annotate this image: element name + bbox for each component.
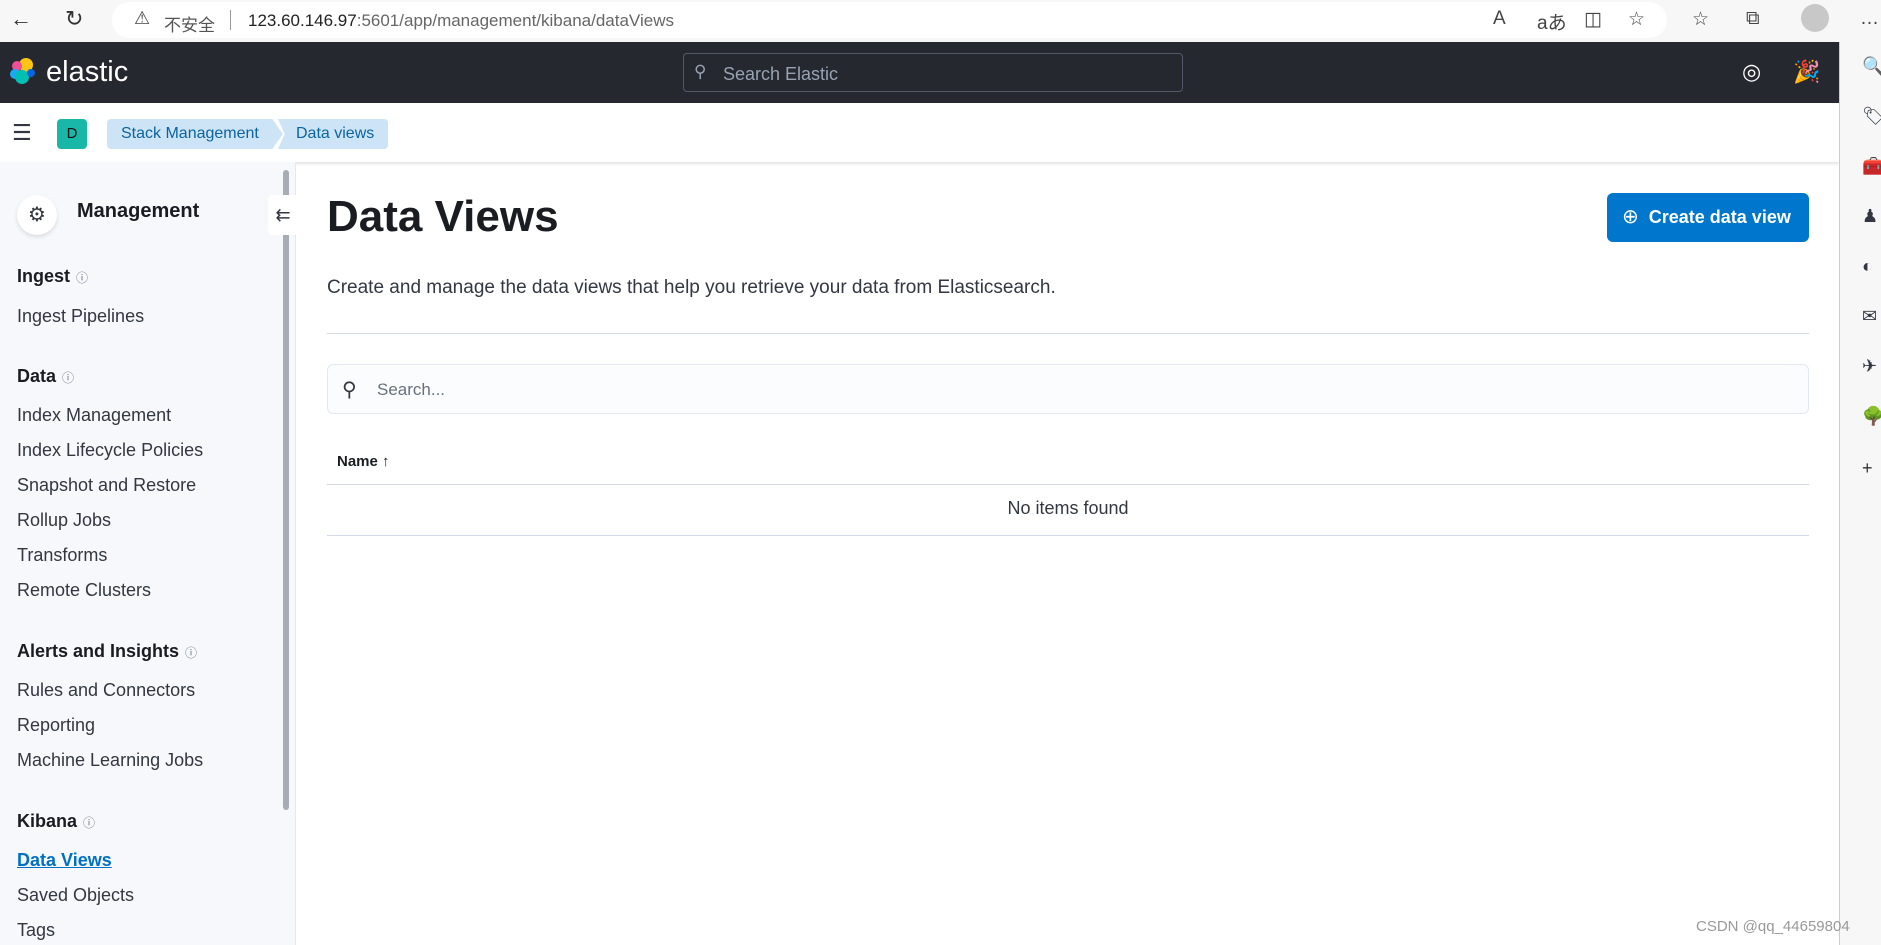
send-icon[interactable]: ✈ xyxy=(1862,356,1877,377)
sidebar-item-saved-objects[interactable]: Saved Objects xyxy=(17,885,134,906)
search-icon[interactable]: 🔍 xyxy=(1862,56,1881,77)
data-views-search-input[interactable]: ⚲ Search... xyxy=(327,364,1809,414)
sidebar-item-tags[interactable]: Tags xyxy=(17,920,55,941)
read-aloud-icon[interactable]: A xyxy=(1493,8,1506,30)
add-favorite-icon[interactable]: ☆ xyxy=(1628,8,1645,31)
help-icon[interactable]: ⓘ xyxy=(83,816,95,830)
collections-icon[interactable]: ⧉ xyxy=(1746,8,1760,30)
sidebar-item-ingest-pipelines[interactable]: Ingest Pipelines xyxy=(17,306,144,327)
shopping-tag-icon[interactable]: 🏷 xyxy=(1862,106,1881,127)
gear-icon: ⚙ xyxy=(17,195,57,235)
news-feed-icon[interactable]: 🎉 xyxy=(1793,59,1820,85)
insecure-label: 不安全 xyxy=(164,16,215,35)
logo-text: elastic xyxy=(46,56,129,88)
sidebar-item-data-views[interactable]: Data Views xyxy=(17,850,112,871)
warning-icon: ⚠ xyxy=(134,8,151,28)
empty-table-message: No items found xyxy=(1007,498,1129,518)
sidebar-title: Management xyxy=(77,200,200,222)
sidebar-scrollbar[interactable] xyxy=(283,170,289,810)
sidebar-item-index-management[interactable]: Index Management xyxy=(17,405,171,426)
help-icon[interactable]: ⓘ xyxy=(62,371,74,385)
management-sidebar: ⚙ Management ⇇ Ingest ⓘ Ingest Pipelines … xyxy=(0,162,298,945)
split-screen-icon[interactable]: ◫ xyxy=(1584,8,1602,31)
elastic-logo-icon[interactable] xyxy=(8,56,38,86)
table-header-divider xyxy=(327,484,1809,485)
search-icon: ⚲ xyxy=(342,379,357,401)
refresh-icon[interactable]: ↻ xyxy=(65,6,83,32)
breadcrumb-stack-management[interactable]: Stack Management xyxy=(107,119,283,149)
divider xyxy=(230,10,231,30)
sidebar-item-reporting[interactable]: Reporting xyxy=(17,715,95,736)
section-kibana: Kibana ⓘ xyxy=(17,811,96,831)
watermark: CSDN @qq_44659804 xyxy=(1696,918,1850,935)
add-icon[interactable]: + xyxy=(1862,458,1873,479)
address-bar[interactable]: ⚠ 不安全 123.60.146.97:5601/app/management/… xyxy=(112,2,1667,38)
back-icon[interactable]: ← xyxy=(10,6,32,32)
column-header-name[interactable]: Name ↑ xyxy=(337,453,390,470)
section-alerts-and-insights: Alerts and Insights ⓘ xyxy=(17,641,198,661)
favorites-icon[interactable]: ☆ xyxy=(1692,8,1709,31)
hamburger-menu-icon[interactable]: ☰ xyxy=(12,120,32,146)
help-icon[interactable]: ◎ xyxy=(1742,59,1761,85)
sidebar-item-rollup-jobs[interactable]: Rollup Jobs xyxy=(17,510,111,531)
space-avatar[interactable]: D xyxy=(57,119,87,149)
browser-sidebar: 🔍 🏷 🧰 ♟ ◐ ✉ ✈ 🌳 + xyxy=(1839,42,1881,945)
page-title: Data Views xyxy=(327,192,559,241)
breadcrumb-data-views: Data views xyxy=(278,119,389,149)
breadcrumb-bar: ☰ D Stack Management Data views xyxy=(0,103,1839,162)
search-placeholder: Search Elastic xyxy=(723,64,839,84)
plus-circle-icon: ⊕ xyxy=(1622,206,1639,228)
search-placeholder: Search... xyxy=(377,380,446,399)
outlook-icon[interactable]: ✉ xyxy=(1862,306,1877,327)
tools-icon[interactable]: 🧰 xyxy=(1862,156,1881,177)
games-icon[interactable]: ♟ xyxy=(1862,206,1878,227)
tree-icon[interactable]: 🌳 xyxy=(1862,406,1881,427)
sidebar-item-snapshot-and-restore[interactable]: Snapshot and Restore xyxy=(17,475,196,496)
sidebar-item-index-lifecycle-policies[interactable]: Index Lifecycle Policies xyxy=(17,440,203,461)
section-ingest: Ingest ⓘ xyxy=(17,266,89,286)
profile-avatar[interactable] xyxy=(1801,4,1829,32)
table-bottom-divider xyxy=(327,535,1809,536)
global-search-input[interactable]: ⚲ Search Elastic xyxy=(683,53,1183,92)
collapse-sidebar-icon[interactable]: ⇇ xyxy=(268,195,298,235)
office-icon[interactable]: ◐ xyxy=(1862,256,1873,277)
url-text[interactable]: 123.60.146.97:5601/app/management/kibana… xyxy=(248,11,674,31)
sidebar-item-transforms[interactable]: Transforms xyxy=(17,545,107,566)
sidebar-item-machine-learning-jobs[interactable]: Machine Learning Jobs xyxy=(17,750,203,771)
divider xyxy=(327,333,1809,334)
sidebar-item-rules-and-connectors[interactable]: Rules and Connectors xyxy=(17,680,195,701)
kibana-header: elastic ⚲ Search Elastic ◎ 🎉 xyxy=(0,42,1839,103)
help-icon[interactable]: ⓘ xyxy=(185,646,197,660)
create-data-view-button[interactable]: ⊕ Create data view xyxy=(1607,193,1809,242)
search-icon: ⚲ xyxy=(694,62,707,81)
section-data: Data ⓘ xyxy=(17,366,75,386)
sidebar-item-remote-clusters[interactable]: Remote Clusters xyxy=(17,580,151,601)
page-description: Create and manage the data views that he… xyxy=(327,277,1056,298)
more-icon[interactable]: … xyxy=(1860,8,1879,30)
help-icon[interactable]: ⓘ xyxy=(76,271,88,285)
sort-ascending-icon: ↑ xyxy=(382,453,390,470)
browser-toolbar: ← ↻ ⚠ 不安全 123.60.146.97:5601/app/managem… xyxy=(0,0,1881,42)
translate-icon[interactable]: aあ xyxy=(1537,8,1567,35)
